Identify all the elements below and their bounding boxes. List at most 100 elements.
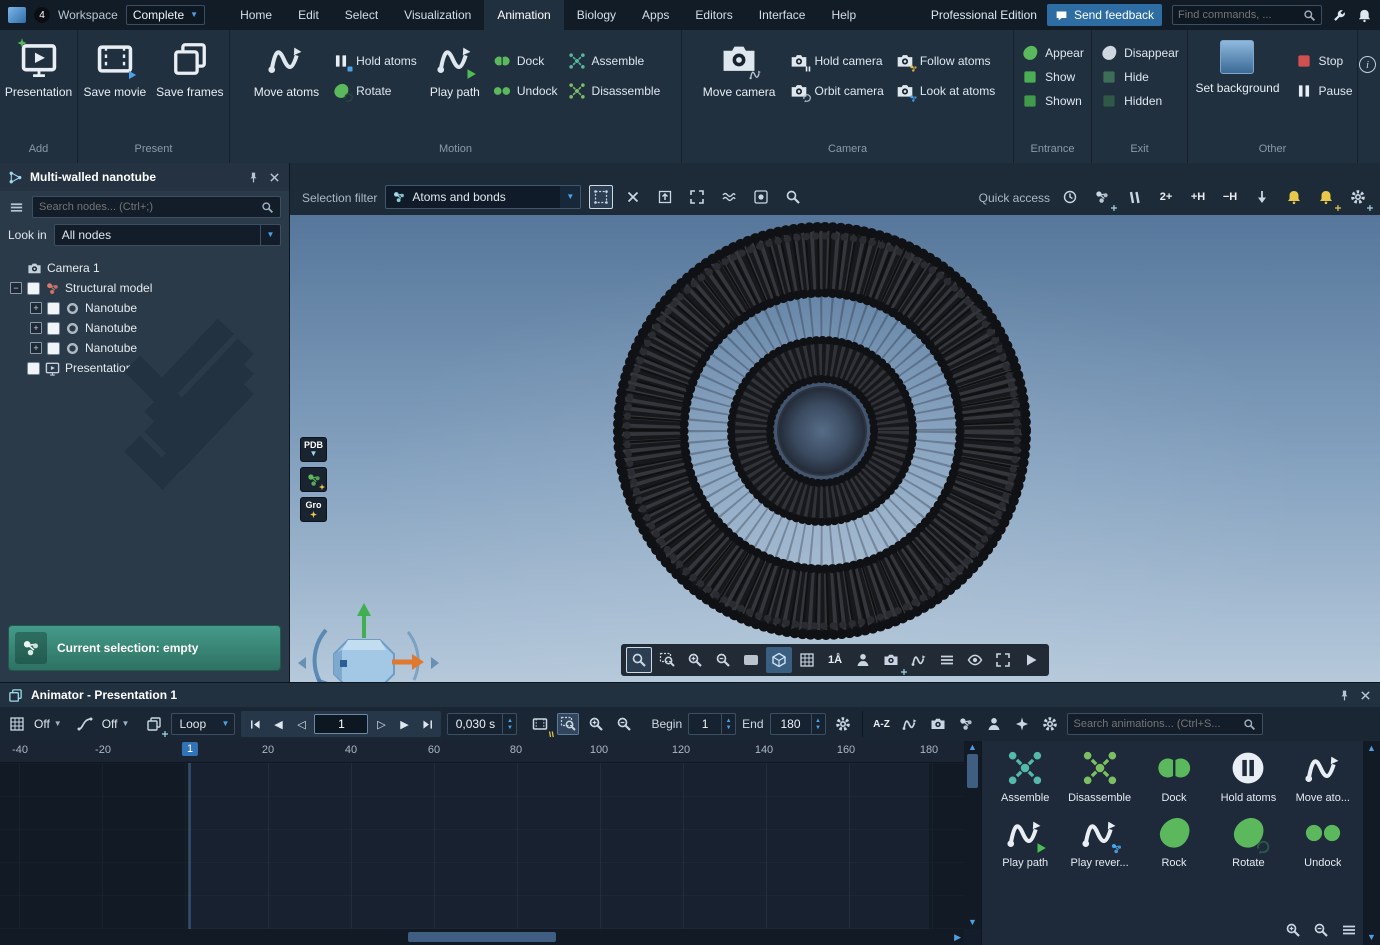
rotate-button[interactable]: Rotate	[332, 82, 417, 100]
send-feedback-button[interactable]: Send feedback	[1047, 4, 1162, 26]
add-keyframe-icon[interactable]	[143, 713, 165, 735]
play-path-button[interactable]: Play path	[427, 36, 483, 99]
look-in-dropdown[interactable]: All nodes ▼	[54, 224, 281, 246]
timeline-vertical-scrollbar[interactable]: ▲ ▼	[964, 741, 981, 929]
current-frame-input[interactable]	[314, 714, 368, 734]
disappear-button[interactable]: Disappear	[1100, 44, 1179, 62]
find-commands-input[interactable]	[1178, 9, 1299, 21]
workspace-dropdown[interactable]: Complete ▼	[126, 5, 205, 25]
grid-button[interactable]	[794, 647, 820, 673]
move-atoms-button[interactable]: Move atoms	[251, 36, 322, 99]
nanotube-model[interactable]	[290, 215, 1380, 682]
scroll-thumb[interactable]	[408, 932, 556, 942]
show-button[interactable]: Show	[1021, 68, 1084, 86]
flat-shading-button[interactable]	[738, 647, 764, 673]
spinner-arrows[interactable]: ▲▼	[721, 714, 735, 734]
appear-button[interactable]: Appear	[1021, 44, 1084, 62]
filter-presenter-icon[interactable]	[983, 713, 1005, 735]
history-clock-icon[interactable]	[1058, 185, 1082, 209]
menu-visualization[interactable]: Visualization	[391, 0, 484, 30]
scroll-up-arrow[interactable]: ▲	[968, 743, 977, 752]
spinner-arrows[interactable]: ▲▼	[502, 714, 516, 734]
shown-button[interactable]: Shown	[1021, 92, 1084, 110]
skip-to-start-button[interactable]	[245, 714, 265, 734]
collapse-expander[interactable]: −	[10, 282, 22, 294]
library-list-view-button[interactable]	[1338, 919, 1360, 941]
play-backward-button[interactable]: ◁	[291, 714, 311, 734]
current-frame-marker[interactable]: 1	[182, 742, 198, 756]
step-back-button[interactable]: ◀	[268, 714, 288, 734]
zoom-to-selection-button[interactable]	[557, 713, 579, 735]
edit-keyframes-icon[interactable]	[529, 713, 551, 735]
scroll-right-arrow[interactable]: ▶	[954, 933, 964, 942]
info-icon[interactable]: i	[1359, 56, 1376, 73]
menu-animation[interactable]: Animation	[484, 0, 563, 30]
animation-search-input[interactable]	[1074, 718, 1238, 730]
checkbox-checked[interactable]	[27, 362, 40, 375]
orbit-camera-button[interactable]: Orbit camera	[790, 82, 883, 100]
notification-bell-icon[interactable]	[1282, 185, 1306, 209]
timeline-zoom-in-button[interactable]	[585, 713, 607, 735]
hide-button[interactable]: Hide	[1100, 68, 1179, 86]
zoom-in-button[interactable]	[682, 647, 708, 673]
frame-time-input[interactable]	[448, 717, 502, 731]
begin-input[interactable]	[689, 717, 721, 731]
hold-camera-button[interactable]: Hold camera	[790, 52, 883, 70]
move-camera-button[interactable]: Move camera	[700, 36, 779, 99]
selection-filter-dropdown[interactable]: Atoms and bonds ▼	[385, 185, 581, 209]
play-forward-button[interactable]: ▷	[371, 714, 391, 734]
menu-edit[interactable]: Edit	[285, 0, 332, 30]
zoom-region-tool[interactable]	[654, 647, 680, 673]
save-movie-button[interactable]: Save movie	[80, 36, 149, 99]
notification-bell-add-icon[interactable]	[1314, 185, 1338, 209]
checkbox-checked[interactable]	[47, 342, 60, 355]
follow-atoms-button[interactable]: Follow atoms	[896, 52, 995, 70]
expand-selection-tool[interactable]	[685, 185, 709, 209]
animator-settings-gear-icon[interactable]	[832, 713, 854, 735]
gro-button[interactable]: Gro	[300, 497, 327, 522]
pdb-button[interactable]: PDB ▼	[300, 437, 327, 462]
node-search-input[interactable]	[39, 201, 256, 213]
easing-curve-icon[interactable]	[74, 713, 96, 735]
visibility-eye-button[interactable]	[962, 647, 988, 673]
remove-hydrogens-button[interactable]: −H	[1218, 185, 1242, 209]
checkbox-checked[interactable]	[27, 282, 40, 295]
camera-add-button[interactable]	[878, 647, 904, 673]
search-icon[interactable]	[1243, 718, 1256, 731]
scroll-down-arrow[interactable]: ▼	[968, 918, 977, 927]
hidden-button[interactable]: Hidden	[1100, 92, 1179, 110]
timeline[interactable]: -40 -20 1 20 40 60 80 100 120 140 160 18…	[0, 741, 981, 945]
easing-dropdown[interactable]: Off▼	[102, 717, 130, 731]
pin-icon[interactable]	[247, 171, 260, 184]
checkbox-checked[interactable]	[47, 302, 60, 315]
filter-effects-icon[interactable]	[1011, 713, 1033, 735]
library-item-play-path[interactable]: Play path	[988, 814, 1062, 869]
menu-select[interactable]: Select	[332, 0, 391, 30]
library-item-disassemble[interactable]: Disassemble	[1062, 749, 1136, 804]
presenter-button[interactable]	[850, 647, 876, 673]
spinner-arrows[interactable]: ▲▼	[811, 714, 825, 734]
perspective-cube-button[interactable]	[766, 647, 792, 673]
library-item-move-atoms[interactable]: Move ato...	[1286, 749, 1360, 804]
pin-icon[interactable]	[1338, 689, 1351, 702]
select-up-tool[interactable]	[653, 185, 677, 209]
navigation-gizmo[interactable]	[296, 600, 441, 682]
look-at-atoms-button[interactable]: Look at atoms	[896, 82, 995, 100]
snap-dropdown[interactable]: Off▼	[34, 717, 62, 731]
sort-az-button[interactable]: A-Z	[871, 713, 893, 735]
play-button[interactable]	[1018, 647, 1044, 673]
scroll-down-arrow[interactable]: ▼	[1367, 933, 1376, 942]
search-icon[interactable]	[261, 201, 274, 214]
bond-edit-icon[interactable]	[1122, 185, 1146, 209]
filter-atoms-icon[interactable]	[955, 713, 977, 735]
menu-help[interactable]: Help	[818, 0, 869, 30]
add-hydrogens-button[interactable]: +H	[1186, 185, 1210, 209]
stop-button[interactable]: Stop	[1295, 52, 1353, 70]
measure-button[interactable]	[906, 647, 932, 673]
add-atoms-icon[interactable]	[1090, 185, 1114, 209]
timeline-horizontal-scrollbar[interactable]: ▶	[0, 929, 964, 945]
pause-button[interactable]: Pause	[1295, 82, 1353, 100]
hold-atoms-button[interactable]: Hold atoms	[332, 52, 417, 70]
library-item-hold-atoms[interactable]: Hold atoms	[1211, 749, 1285, 804]
tree-item-structural-model[interactable]: − Structural model	[10, 278, 285, 298]
